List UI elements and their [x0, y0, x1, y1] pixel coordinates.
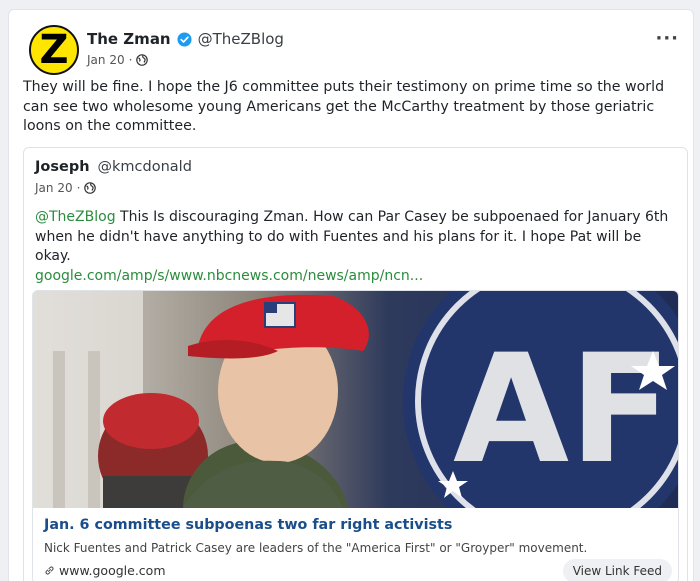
meta-separator: ·	[76, 181, 81, 195]
quoted-post[interactable]: Joseph @kmcdonald Jan 20 · @TheZBlog Thi…	[23, 147, 688, 581]
mention-link[interactable]: @TheZBlog	[35, 209, 116, 225]
flag-logo-text: AF	[453, 323, 672, 497]
url-link[interactable]: google.com/amp/s/www.nbcnews.com/news/am…	[35, 268, 423, 284]
meta-separator: ·	[128, 53, 133, 67]
quoted-author-handle[interactable]: @kmcdonald	[98, 159, 192, 175]
link-icon	[45, 566, 54, 575]
author-avatar[interactable]: Z	[29, 25, 79, 75]
verified-badge-icon	[177, 31, 192, 47]
link-preview-info: Jan. 6 committee subpoenas two far right…	[33, 508, 678, 581]
more-options-icon[interactable]: ···	[655, 28, 679, 49]
globe-icon	[84, 182, 97, 194]
quoted-post-meta: Jan 20 ·	[35, 181, 97, 195]
link-description: Nick Fuentes and Patrick Casey are leade…	[44, 541, 588, 555]
author-handle[interactable]: @TheZBlog	[198, 30, 284, 48]
globe-icon	[136, 54, 149, 66]
avatar-letter: Z	[39, 27, 69, 73]
quoted-post-text: @TheZBlog This Is discouraging Zman. How…	[35, 208, 680, 286]
post-card: Z The Zman @TheZBlog Jan 20 · ··· They w…	[8, 9, 694, 581]
post-meta: Jan 20 ·	[87, 53, 149, 67]
quoted-author-name[interactable]: Joseph	[35, 159, 90, 175]
link-domain[interactable]: www.google.com	[59, 563, 166, 578]
link-domain-row: www.google.com	[44, 563, 166, 578]
link-preview-image[interactable]: AF	[33, 291, 679, 508]
view-link-feed-button[interactable]: View Link Feed	[562, 559, 672, 581]
quoted-author-row: Joseph @kmcdonald	[35, 159, 192, 175]
post-text: They will be fine. I hope the J6 committ…	[23, 79, 665, 134]
quoted-post-date[interactable]: Jan 20	[35, 181, 73, 195]
quoted-body: This Is discouraging Zman. How can Par C…	[35, 209, 669, 264]
link-preview-card[interactable]: AF Jan. 6 committee subpoenas two far ri…	[32, 290, 679, 581]
author-name[interactable]: The Zman	[87, 30, 171, 48]
link-title[interactable]: Jan. 6 committee subpoenas two far right…	[44, 517, 452, 533]
post-date[interactable]: Jan 20	[87, 53, 125, 67]
author-row: The Zman @TheZBlog	[87, 30, 284, 48]
